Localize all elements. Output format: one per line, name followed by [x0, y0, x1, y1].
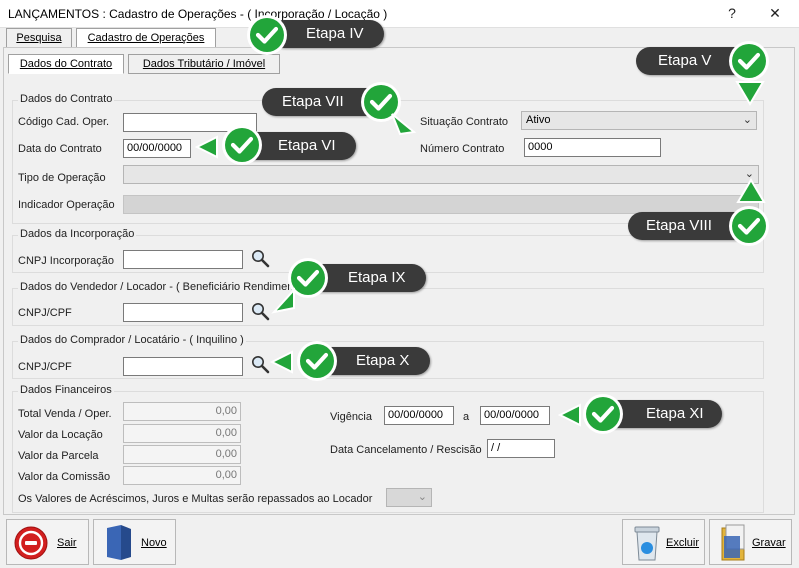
vigencia-inicio-input[interactable]: 00/00/0000 [384, 406, 454, 425]
cancelamento-label: Data Cancelamento / Rescisão [330, 444, 482, 456]
tab-dados-contrato-label: Dados do Contrato [19, 58, 113, 70]
cnpj-incorporacao-label: CNPJ Incorporação [18, 255, 114, 267]
title-bar: LANÇAMENTOS : Cadastro de Operações - ( … [0, 0, 799, 28]
pointer-arrow-icon [557, 403, 581, 427]
check-icon [296, 340, 338, 382]
numero-input[interactable]: 0000 [524, 138, 661, 157]
numero-label: Número Contrato [420, 143, 505, 155]
tab-pesquisa-label: Pesquisa [16, 32, 62, 44]
pointer-arrow-icon [736, 178, 766, 203]
situacao-select[interactable]: Ativo ⌄ [521, 111, 757, 130]
novo-button[interactable]: Novo [93, 519, 176, 565]
cnpj-vendedor-input[interactable] [123, 303, 243, 322]
novo-label: Novo [141, 537, 167, 549]
pointer-arrow-icon [271, 287, 295, 314]
excluir-label: Excluir [666, 537, 700, 549]
chevron-down-icon: ⌄ [742, 114, 752, 126]
data-contrato-input[interactable]: 00/00/0000 [123, 139, 191, 158]
callout-label: Etapa VIII [646, 217, 712, 234]
pointer-arrow-icon [391, 113, 417, 136]
cnpj-comprador-input[interactable] [123, 357, 243, 376]
valor-comissao-label: Valor da Comissão [18, 471, 111, 483]
gravar-button[interactable]: Gravar [709, 519, 792, 565]
valor-parcela-label: Valor da Parcela [18, 450, 99, 462]
valor-comissao-input[interactable]: 0,00 [123, 466, 241, 485]
callout-label: Etapa IX [348, 269, 406, 286]
cnpj-incorporacao-input[interactable] [123, 250, 243, 269]
vigencia-separator: a [463, 411, 470, 423]
check-icon [728, 205, 770, 247]
vigencia-fim-input[interactable]: 00/00/0000 [480, 406, 550, 425]
trash-icon [634, 526, 660, 561]
cnpj-vendedor-label: CNPJ/CPF [18, 307, 72, 319]
valor-locacao-label: Valor da Locação [18, 429, 103, 441]
tab-dados-contrato[interactable]: Dados do Contrato [8, 54, 124, 74]
callout-label: Etapa V [658, 52, 712, 69]
window-title: LANÇAMENTOS : Cadastro de Operações - ( … [8, 7, 388, 21]
tab-dados-tributario-label: Dados Tributário / Imóvel [142, 58, 266, 70]
repasse-label: Os Valores de Acréscimos, Juros e Multas… [18, 493, 373, 505]
callout-label: Etapa VI [278, 137, 336, 154]
valor-locacao-input[interactable]: 0,00 [123, 424, 241, 443]
close-button[interactable]: ✕ [760, 2, 790, 24]
group-title-contrato: Dados do Contrato [18, 93, 115, 105]
data-contrato-label: Data do Contrato [18, 143, 102, 155]
callout-label: Etapa IV [306, 25, 364, 42]
cnpj-comprador-label: CNPJ/CPF [18, 361, 72, 373]
group-title-incorporacao: Dados da Incorporação [18, 228, 137, 240]
repasse-select[interactable]: ⌄ [386, 488, 432, 507]
tab-dados-tributario[interactable]: Dados Tributário / Imóvel [128, 54, 280, 74]
vigencia-label: Vigência [330, 411, 372, 423]
chevron-down-icon: ⌄ [417, 491, 427, 503]
search-icon[interactable] [250, 301, 270, 321]
search-icon[interactable] [250, 248, 270, 268]
search-icon[interactable] [250, 354, 270, 374]
total-venda-label: Total Venda / Oper. [18, 408, 112, 420]
group-title-comprador: Dados do Comprador / Locatário - ( Inqui… [18, 334, 246, 346]
group-title-financeiros: Dados Financeiros [18, 384, 114, 396]
pointer-arrow-icon [735, 81, 765, 106]
new-document-icon [107, 525, 131, 560]
help-button[interactable]: ? [717, 2, 747, 24]
total-venda-input[interactable]: 0,00 [123, 402, 241, 421]
pointer-arrow-icon [194, 135, 218, 159]
sair-button[interactable]: Sair [6, 519, 89, 565]
tab-cadastro-label: Cadastro de Operações [87, 32, 205, 44]
excluir-button[interactable]: Excluir [622, 519, 705, 565]
codigo-label: Código Cad. Oper. [18, 116, 110, 128]
situacao-label: Situação Contrato [420, 116, 509, 128]
indicador-label: Indicador Operação [18, 199, 115, 211]
sair-label: Sair [57, 537, 77, 549]
tab-cadastro-operacoes[interactable]: Cadastro de Operações [76, 28, 216, 48]
callout-label: Etapa VII [282, 93, 344, 110]
valor-parcela-input[interactable]: 0,00 [123, 445, 241, 464]
check-icon [221, 124, 263, 166]
situacao-value: Ativo [526, 114, 551, 126]
callout-label: Etapa X [356, 352, 410, 369]
cancelamento-input[interactable]: / / [487, 439, 555, 458]
tab-pesquisa[interactable]: Pesquisa [6, 28, 72, 48]
gravar-label: Gravar [752, 537, 786, 549]
callout-label: Etapa XI [646, 405, 704, 422]
save-icon [721, 524, 745, 561]
pointer-arrow-icon [269, 350, 293, 374]
check-icon [582, 393, 624, 435]
check-icon [728, 40, 770, 82]
check-icon [246, 14, 288, 56]
power-icon [14, 526, 48, 560]
tipo-operacao-label: Tipo de Operação [18, 172, 106, 184]
tipo-operacao-select[interactable]: ⌄ [123, 165, 759, 184]
